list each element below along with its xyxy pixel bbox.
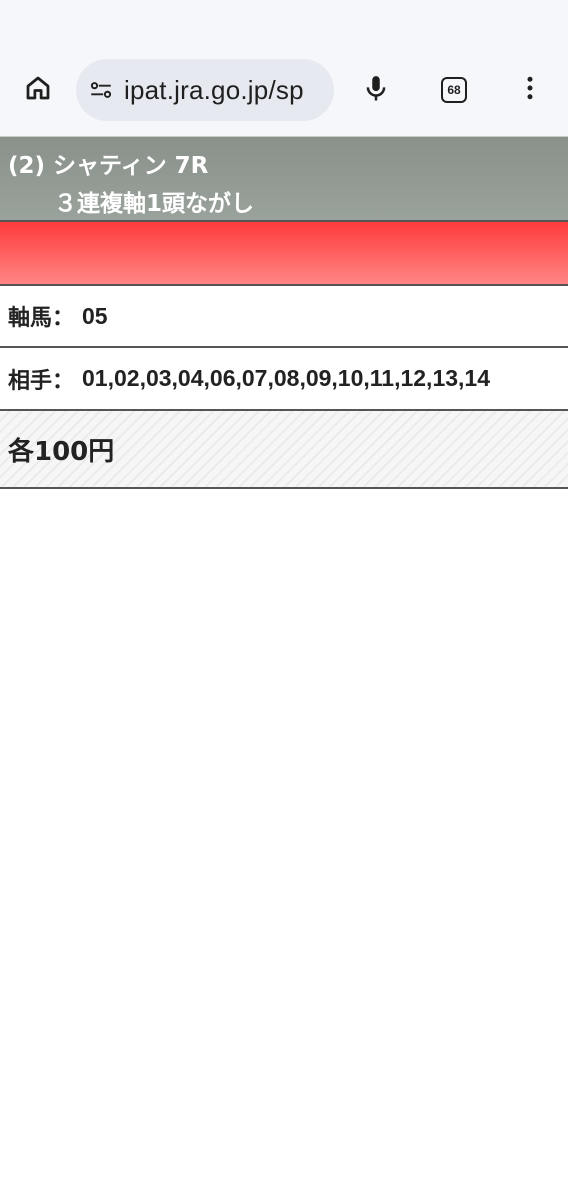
red-banner xyxy=(0,222,568,284)
url-text: ipat.jra.go.jp/sp xyxy=(124,74,304,105)
axis-horse-label: 軸馬： xyxy=(8,306,75,331)
browser-menu-button[interactable] xyxy=(510,70,550,110)
address-bar[interactable]: ipat.jra.go.jp/sp xyxy=(76,59,334,121)
voice-search-button[interactable] xyxy=(356,70,396,110)
more-vert-icon xyxy=(515,73,545,107)
race-title: (2) シャティン 7R xyxy=(8,153,209,179)
partner-horses-row: 相手： 01,02,03,04,06,07,08,09,10,11,12,13,… xyxy=(0,348,568,409)
axis-horse-value: 05 xyxy=(82,302,108,329)
bet-amount-text: 各100円 xyxy=(8,436,115,467)
divider xyxy=(0,487,568,489)
home-icon xyxy=(23,73,53,107)
partner-horses-value: 01,02,03,04,06,07,08,09,10,11,12,13,14 xyxy=(82,365,491,391)
tab-switcher-button[interactable]: 68 xyxy=(434,70,474,110)
race-header: (2) シャティン 7R ３連複軸1頭ながし xyxy=(0,136,568,220)
tune-icon[interactable] xyxy=(88,77,114,103)
axis-horse-row: 軸馬： 05 xyxy=(0,286,568,346)
partner-horses-label: 相手： xyxy=(8,368,75,394)
mic-icon xyxy=(361,73,391,107)
tab-count-badge: 68 xyxy=(441,77,467,103)
bet-type-label: ３連複軸1頭ながし xyxy=(54,191,255,217)
bet-amount-row: 各100円 xyxy=(0,411,568,487)
home-button[interactable] xyxy=(18,70,58,110)
browser-toolbar: ipat.jra.go.jp/sp 68 xyxy=(0,0,568,136)
